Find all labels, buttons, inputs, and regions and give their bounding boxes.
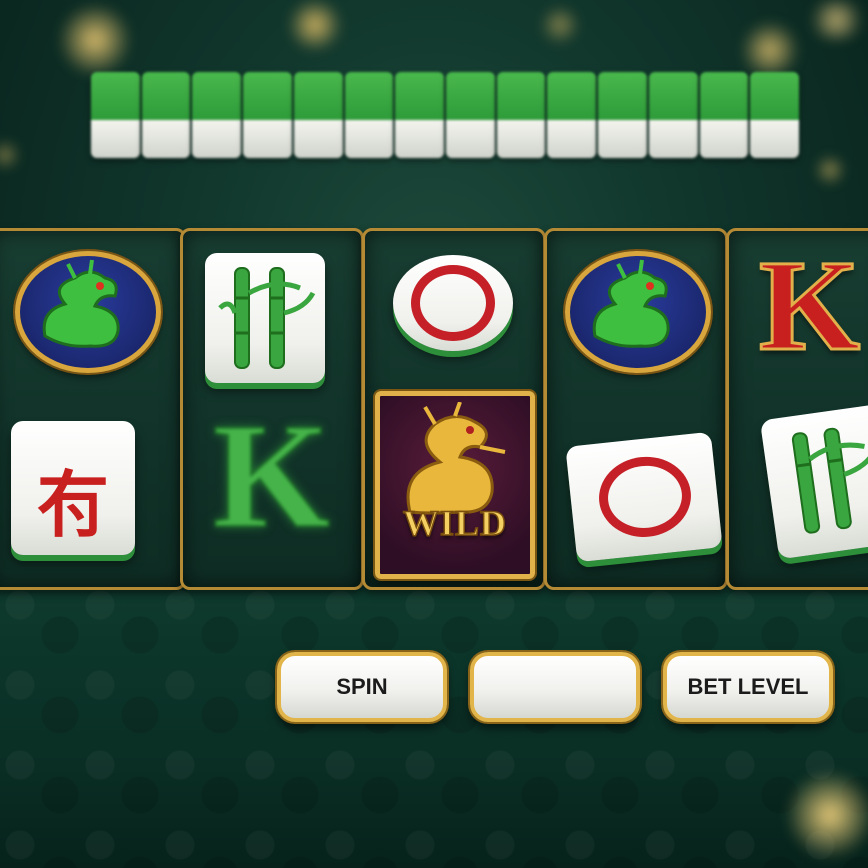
green-dragon-icon (42, 259, 120, 348)
wild-label: WILD (402, 502, 508, 544)
wall-tile (750, 72, 800, 158)
wall-tile (648, 72, 698, 158)
kanji-tile-symbol: 𠕇 (11, 421, 135, 555)
table-felt (0, 585, 868, 868)
bamboo-tile-symbol (205, 253, 325, 383)
kanji-glyph: 𠕇 (36, 462, 109, 547)
red-k-symbol: K (757, 234, 861, 378)
spin-button[interactable]: SPIN (277, 652, 447, 722)
green-dragon-icon (592, 259, 670, 348)
reel-4 (544, 228, 728, 590)
mahjong-tile-wall (90, 72, 800, 158)
wall-tile (598, 72, 647, 158)
bokeh-light (805, 0, 868, 40)
wall-tile (91, 72, 140, 158)
wall-tile (344, 72, 394, 158)
reel-3: WILD (362, 228, 546, 590)
bokeh-light (785, 770, 868, 860)
wall-tile (699, 72, 749, 158)
circle-tile-symbol (393, 255, 513, 351)
wall-tile (446, 72, 495, 158)
bet-level-button[interactable]: BET LEVEL (663, 652, 833, 722)
wall-tile (293, 72, 343, 158)
slot-reels: 𠕇 K WILD K (0, 228, 868, 590)
bokeh-light (815, 155, 845, 185)
wall-tile (496, 72, 546, 158)
reel-5: K (726, 228, 868, 590)
bamboo-icon (218, 267, 316, 369)
red-ring-icon (595, 452, 695, 542)
wall-tile (192, 72, 242, 158)
green-k-symbol: K (212, 393, 331, 559)
circle-tile-symbol (565, 431, 723, 563)
bamboo-tile-symbol (759, 402, 868, 560)
wild-symbol: WILD (375, 391, 535, 579)
wall-tile (243, 72, 292, 158)
bamboo-icon (791, 427, 868, 534)
wall-tile (141, 72, 191, 158)
bokeh-light (740, 20, 800, 80)
wall-tile (547, 72, 597, 158)
dragon-badge-symbol (565, 251, 711, 373)
bokeh-light (55, 5, 135, 75)
bokeh-light (285, 0, 345, 50)
wall-tile (395, 72, 445, 158)
dragon-badge-symbol (15, 251, 161, 373)
reel-1: 𠕇 (0, 228, 186, 590)
reel-2: K (180, 228, 364, 590)
red-ring-icon (411, 265, 495, 341)
blank-button[interactable] (470, 652, 640, 722)
bokeh-light (540, 5, 580, 45)
